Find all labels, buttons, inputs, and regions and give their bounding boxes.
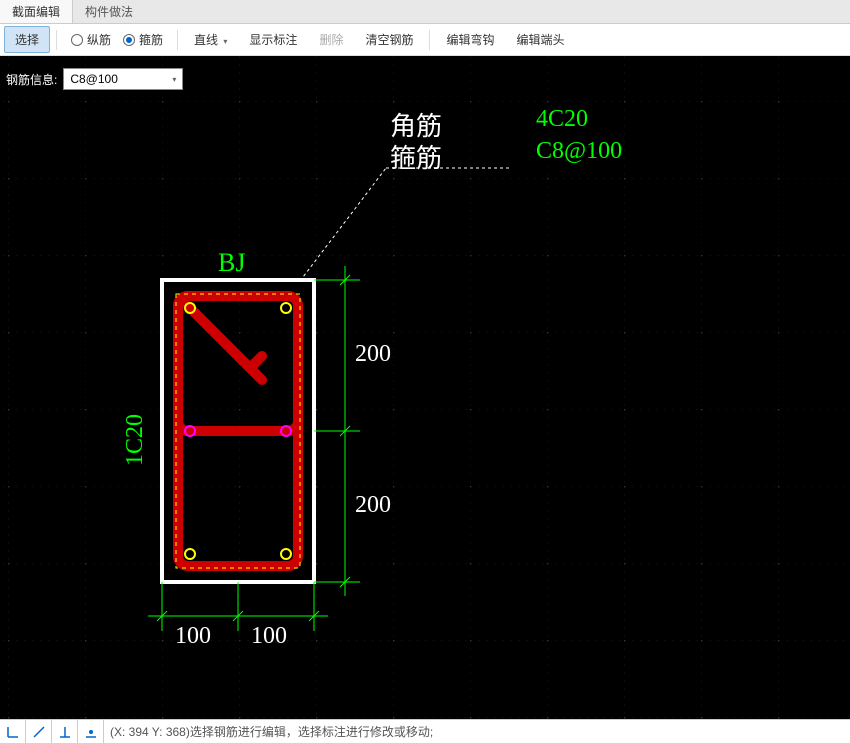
rebar-info-bar: 钢筋信息: C8@100 ▾ (6, 68, 183, 90)
point-snap-icon[interactable] (78, 720, 104, 743)
clear-rebar-button[interactable]: 清空钢筋 (355, 27, 423, 52)
show-annotation-button[interactable]: 显示标注 (239, 27, 307, 52)
ortho-snap-icon[interactable] (0, 720, 26, 743)
button-label: 直线 (194, 33, 218, 47)
drawing-canvas[interactable]: 钢筋信息: C8@100 ▾ (0, 56, 850, 719)
tab-component-method[interactable]: 构件做法 (73, 0, 145, 23)
dimension-100-left[interactable]: 100 (175, 623, 211, 650)
chevron-down-icon: ▾ (172, 75, 176, 84)
radio-label: 纵筋 (87, 31, 111, 48)
radio-longitudinal[interactable]: 纵筋 (71, 31, 111, 48)
annotation-stirrup-value[interactable]: C8@100 (536, 138, 622, 165)
select-button[interactable]: 选择 (4, 26, 50, 53)
separator (429, 30, 430, 50)
status-text: (X: 394 Y: 368)选择钢筋进行编辑，选择标注进行修改或移动; (104, 723, 433, 740)
rebar-type-radio-group: 纵筋 箍筋 (63, 31, 171, 48)
edit-hook-button[interactable]: 编辑弯钩 (436, 27, 504, 52)
separator (56, 30, 57, 50)
radio-icon (123, 34, 135, 46)
rebar-info-value: C8@100 (70, 72, 118, 86)
chevron-down-icon: ▾ (223, 37, 227, 46)
line-tool-icon[interactable] (26, 720, 52, 743)
edit-end-button[interactable]: 编辑端头 (506, 27, 574, 52)
annotation-1c20-label[interactable]: 1C20 (122, 414, 149, 466)
straight-line-button[interactable]: 直线 ▾ (184, 27, 237, 52)
radio-label: 箍筋 (139, 31, 163, 48)
separator (177, 30, 178, 50)
tab-bar: 截面编辑 构件做法 (0, 0, 850, 24)
annotation-corner-bar-value[interactable]: 4C20 (536, 106, 588, 133)
dimension-100-right[interactable]: 100 (251, 623, 287, 650)
dimension-200-top[interactable]: 200 (355, 341, 391, 368)
dimension-200-bottom[interactable]: 200 (355, 492, 391, 519)
toolbar: 选择 纵筋 箍筋 直线 ▾ 显示标注 删除 清空钢筋 编辑弯钩 编辑端头 (0, 24, 850, 56)
delete-button[interactable]: 删除 (309, 27, 353, 52)
annotation-bj-label[interactable]: BJ (218, 248, 245, 278)
annotation-stirrup-label[interactable]: 箍筋 (390, 138, 442, 175)
rebar-info-label: 钢筋信息: (6, 71, 57, 88)
tab-section-edit[interactable]: 截面编辑 (0, 0, 73, 23)
status-bar: (X: 394 Y: 368)选择钢筋进行编辑，选择标注进行修改或移动; (0, 719, 850, 743)
radio-stirrup[interactable]: 箍筋 (123, 31, 163, 48)
status-icon-group (0, 720, 104, 743)
perpendicular-icon[interactable] (52, 720, 78, 743)
rebar-info-input[interactable]: C8@100 ▾ (63, 68, 183, 90)
radio-icon (71, 34, 83, 46)
